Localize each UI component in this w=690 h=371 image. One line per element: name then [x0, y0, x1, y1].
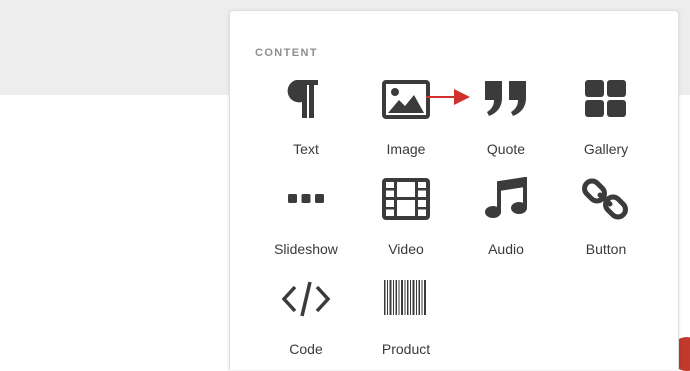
block-label: Video: [388, 241, 424, 257]
annotation-arrow: [426, 89, 470, 105]
block-label: Product: [381, 341, 431, 357]
block-label: Button: [585, 241, 627, 257]
paragraph-icon: [278, 77, 334, 133]
block-label: Image: [386, 141, 426, 157]
block-gallery[interactable]: Gallery: [556, 77, 656, 157]
block-video[interactable]: Video: [356, 177, 456, 257]
block-label: Slideshow: [274, 241, 338, 257]
block-slideshow[interactable]: Slideshow: [256, 177, 356, 257]
block-label: Code: [289, 341, 323, 357]
add-block-menu: CONTENT Text Image Quote Gallery Slidesh…: [229, 10, 679, 370]
link-icon: [578, 177, 634, 233]
code-icon: [278, 277, 334, 333]
gallery-icon: [578, 77, 634, 133]
block-button[interactable]: Button: [556, 177, 656, 257]
quote-icon: [478, 77, 534, 133]
block-label: Quote: [486, 141, 526, 157]
block-audio[interactable]: Audio: [456, 177, 556, 257]
slideshow-icon: [278, 177, 334, 233]
block-code[interactable]: Code: [256, 277, 356, 357]
block-label: Gallery: [583, 141, 629, 157]
block-text[interactable]: Text: [256, 77, 356, 157]
section-title: CONTENT: [255, 47, 318, 59]
music-note-icon: [478, 177, 534, 233]
block-label: Text: [293, 141, 319, 157]
block-product[interactable]: Product: [356, 277, 456, 357]
video-icon: [378, 177, 434, 233]
block-label: Audio: [488, 241, 524, 257]
barcode-icon: [378, 277, 434, 333]
